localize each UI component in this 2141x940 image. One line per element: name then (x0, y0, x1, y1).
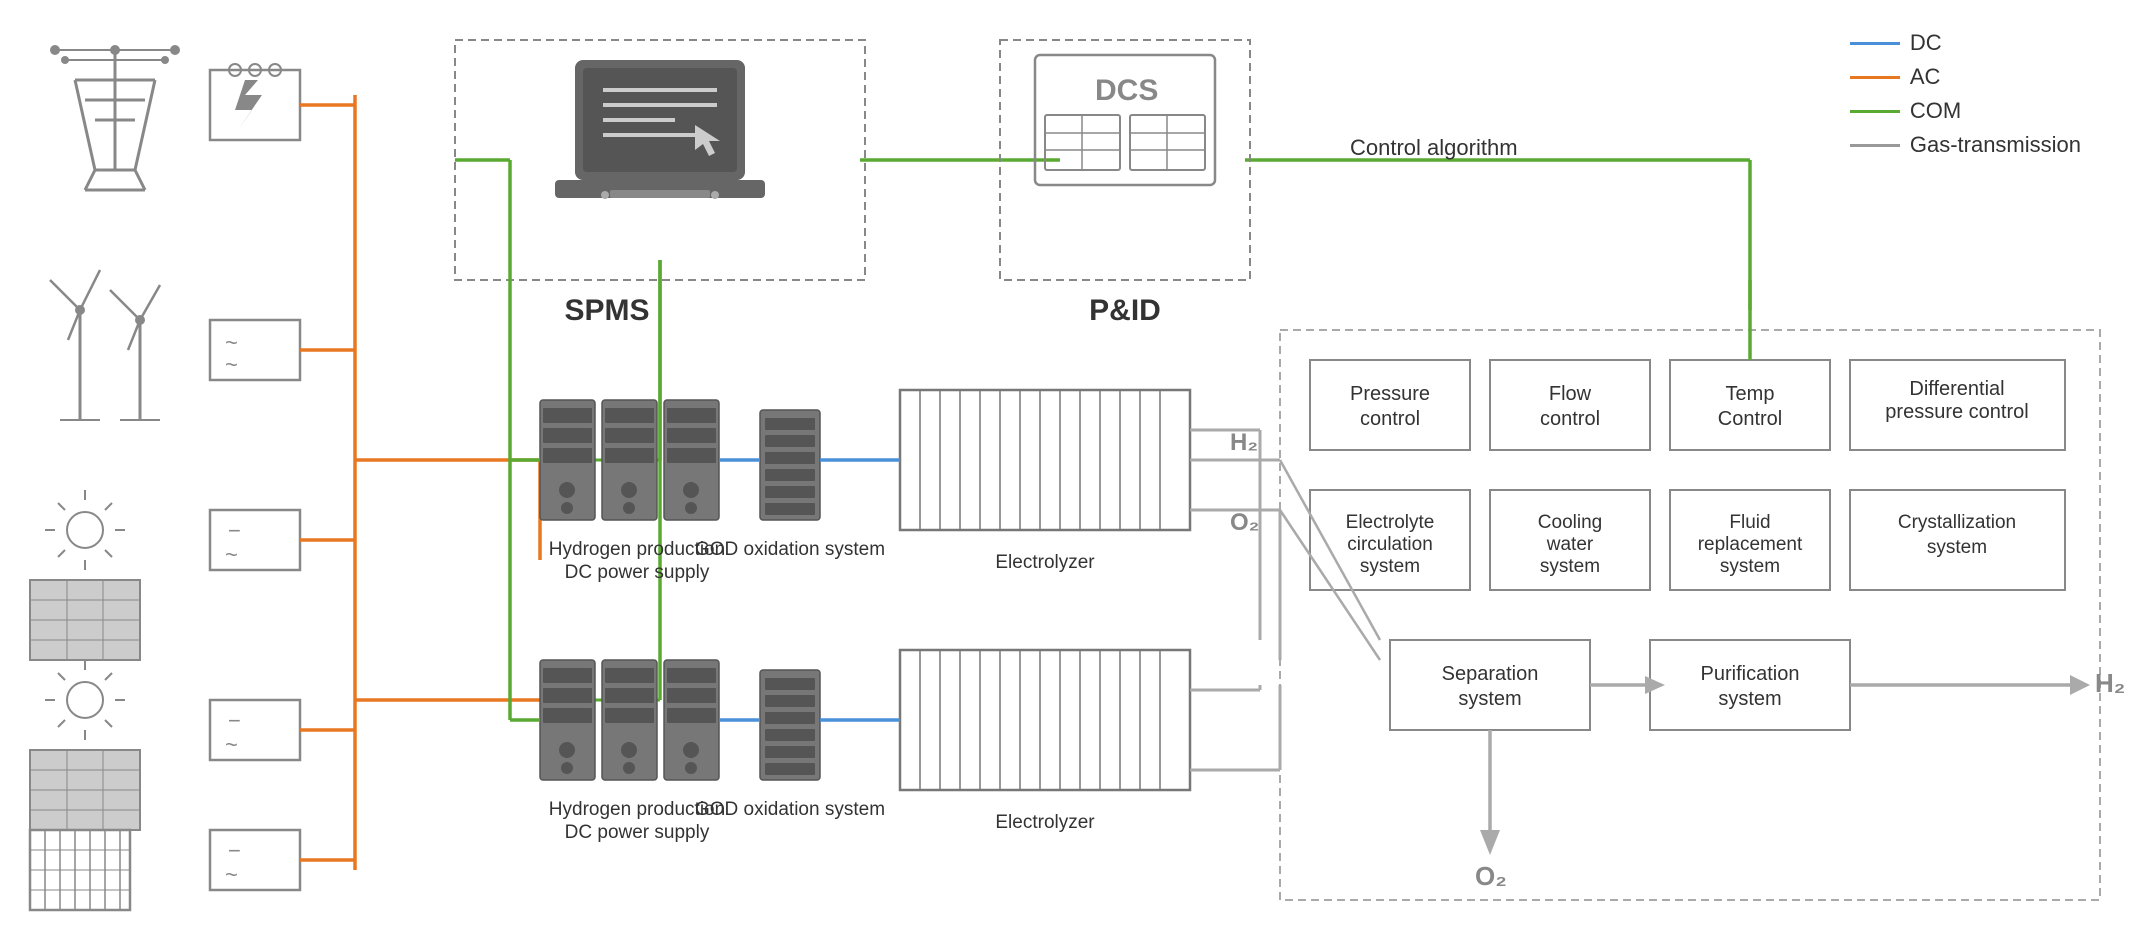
hp-dc-2 (540, 660, 719, 780)
control-systems-outer-box: Pressure control Flow control Temp Contr… (1280, 330, 2100, 900)
control-algorithm-label: Control algorithm (1350, 135, 1518, 160)
god-1 (760, 410, 820, 520)
fluid-label: Fluid (1729, 512, 1770, 533)
cooling-label2: water (1546, 534, 1594, 555)
god2-label: GOD oxidation system (695, 799, 885, 820)
hp-dc-1 (540, 400, 719, 520)
temp-control-label: Temp (1726, 383, 1775, 405)
inverter-solar-1: − ~ (210, 510, 300, 570)
svg-text:~: ~ (225, 542, 238, 567)
svg-text:−: − (228, 518, 241, 543)
fluid-label2: replacement (1698, 534, 1803, 555)
wind-turbines (50, 270, 160, 420)
diagram-container: DC AC COM Gas-transmission (0, 0, 2141, 940)
pid-label: P&ID (1089, 294, 1161, 327)
solar-panel-1 (30, 490, 140, 660)
inverter-battery: − ~ (210, 830, 300, 890)
hp-dc1-label2: DC power supply (565, 562, 710, 583)
main-svg: ~ ~ (0, 0, 2141, 940)
separation-label: Separation (1442, 663, 1539, 685)
cooling-label: Cooling (1538, 512, 1602, 533)
inverter-solar-2: − ~ (210, 700, 300, 760)
electrolyte-label: Electrolyte (1346, 512, 1435, 533)
diff-pressure-label: Differential (1909, 378, 2004, 400)
solar-panel-2 (30, 660, 140, 830)
crystallization-label2: system (1927, 537, 1987, 558)
electrolyzer2-label: Electrolyzer (995, 812, 1095, 833)
svg-text:−: − (228, 708, 241, 733)
svg-text:DCS: DCS (1095, 74, 1158, 107)
god-2 (760, 670, 820, 780)
electrolyte-label3: system (1360, 556, 1420, 577)
separation-label2: system (1458, 688, 1521, 710)
o2-output-label: O₂ (1475, 861, 1507, 891)
cooling-label3: system (1540, 556, 1600, 577)
svg-text:~: ~ (225, 352, 238, 377)
spms-label: SPMS (564, 294, 649, 327)
diff-pressure-label2: pressure control (1885, 401, 2028, 423)
purification-label: Purification (1701, 663, 1800, 685)
power-tower (50, 45, 180, 190)
temp-control-label2: Control (1718, 408, 1782, 430)
electrolyte-label2: circulation (1347, 534, 1433, 555)
electrolyzer1-label: Electrolyzer (995, 552, 1095, 573)
hp-dc2-label2: DC power supply (565, 822, 710, 843)
svg-text:~: ~ (225, 862, 238, 887)
flow-control-label: Flow (1549, 383, 1592, 405)
transformer-1 (210, 64, 300, 140)
god1-label: GOD oxidation system (695, 539, 885, 560)
pressure-control-label: Pressure (1350, 383, 1430, 405)
h2-output-label: H₂ (2095, 668, 2125, 698)
crystallization-label: Crystallization (1898, 512, 2016, 533)
flow-control-label2: control (1540, 408, 1600, 430)
svg-text:−: − (228, 838, 241, 863)
o2-label-1: O₂ (1230, 509, 1259, 536)
svg-text:~: ~ (225, 732, 238, 757)
electrolyzer-1 (900, 390, 1190, 530)
pressure-control-label2: control (1360, 408, 1420, 430)
electrolyzer-2 (900, 650, 1190, 790)
battery-storage (30, 830, 130, 910)
spms-box (455, 40, 865, 280)
inverter-wind: ~ ~ (210, 320, 300, 380)
h2-label-1: H₂ (1230, 429, 1258, 456)
fluid-label3: system (1720, 556, 1780, 577)
purification-label2: system (1718, 688, 1781, 710)
